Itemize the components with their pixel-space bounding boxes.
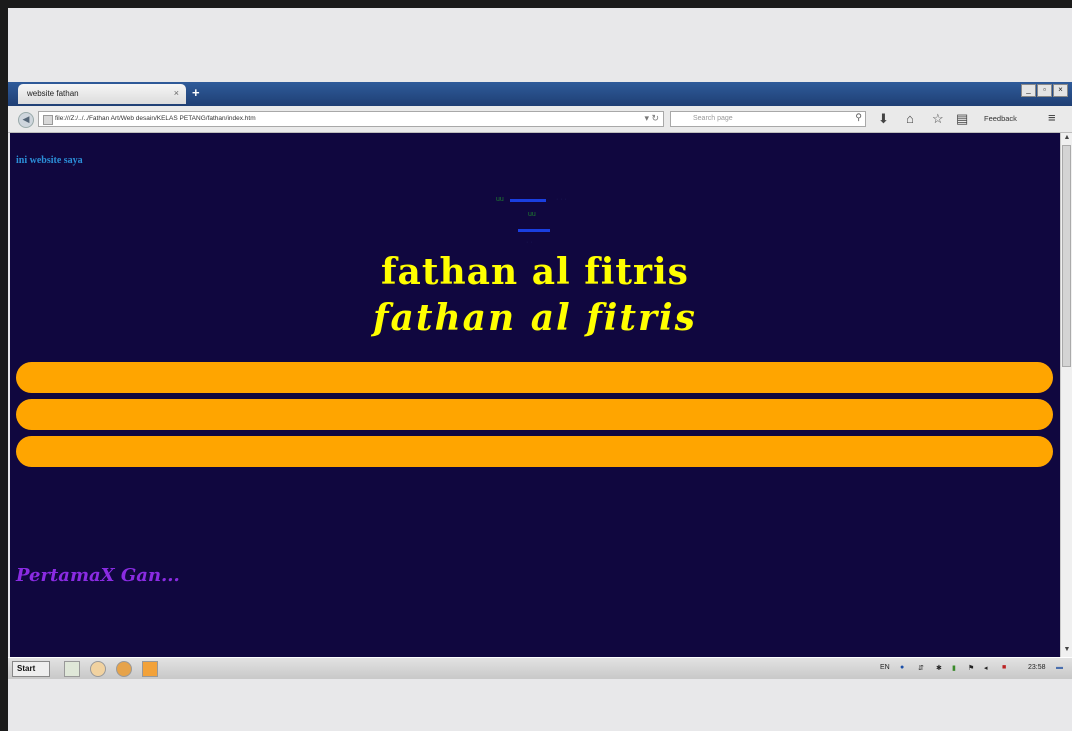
reload-icon[interactable]: ▾ ↻ [644, 113, 659, 124]
reading-list-icon[interactable]: ▤ [956, 111, 968, 127]
flag-icon[interactable]: ⚑ [968, 664, 974, 672]
browser-navbar: ◀ file:///Z:/../../Fathan Art/Web desain… [8, 106, 1072, 133]
page-content: ini website saya uu · · · uu · · fathan … [10, 133, 1060, 657]
taskbar-window-icon[interactable] [142, 661, 158, 677]
maximize-button[interactable]: ▫ [1037, 84, 1052, 97]
main-heading: fathan al fitris [381, 251, 689, 293]
window-controls: _ ▫ × [1021, 84, 1068, 97]
volume-icon[interactable]: ◂ [984, 664, 988, 672]
chrome-icon[interactable] [90, 661, 106, 677]
taskbar: Start EN ● ⇵ ✱ ▮ ⚑ ◂ ■ 23:58 ▬ [8, 657, 1072, 679]
vertical-scrollbar[interactable]: ▲ ▼ [1060, 133, 1072, 657]
language-indicator[interactable]: EN [880, 664, 890, 671]
battery-icon[interactable]: ▮ [952, 664, 956, 672]
feedback-button[interactable]: Feedback [984, 114, 1017, 123]
nav-underline-1 [510, 199, 546, 202]
new-tab-button[interactable]: + [192, 85, 200, 100]
tab-title: website fathan [27, 89, 79, 98]
bottom-margin [8, 679, 1072, 731]
address-text: file:///Z:/../../Fathan Art/Web desain/K… [55, 115, 256, 122]
show-desktop-icon[interactable]: ▬ [1056, 664, 1063, 671]
network-icon[interactable]: ⇵ [918, 664, 924, 672]
orange-bar-1 [16, 362, 1053, 393]
tray-app-icon[interactable]: ■ [1002, 664, 1006, 671]
address-bar[interactable]: file:///Z:/../../Fathan Art/Web desain/K… [38, 111, 664, 127]
scrollbar-thumb[interactable] [1062, 145, 1071, 367]
tab-close-icon[interactable]: × [174, 88, 179, 98]
desktop-screen: website fathan × + _ ▫ × ◀ file:///Z:/..… [8, 8, 1072, 679]
orange-bar-3 [16, 436, 1053, 467]
taskbar-app-icon[interactable] [64, 661, 80, 677]
sub-heading: fathan al fitris [373, 297, 697, 339]
orange-bar-2 [16, 399, 1053, 430]
nav-link-2[interactable]: uu [528, 211, 536, 218]
nav-faint-text-2: · · [526, 239, 533, 246]
close-window-button[interactable]: × [1053, 84, 1068, 97]
browser-tab[interactable]: website fathan × [18, 84, 186, 104]
search-input[interactable]: Search page [670, 111, 866, 127]
browser-titlebar: website fathan × + _ ▫ × [8, 82, 1072, 106]
clock[interactable]: 23:58 [1028, 664, 1046, 671]
scroll-up-arrow-icon[interactable]: ▲ [1061, 134, 1072, 144]
minimize-button[interactable]: _ [1021, 84, 1036, 97]
nav-link-1[interactable]: uu [496, 196, 504, 203]
star-icon[interactable]: ☆ [932, 111, 944, 127]
help-icon[interactable]: ● [900, 664, 904, 671]
firefox-icon[interactable] [116, 661, 132, 677]
footer-text: PertamaX Gan... [16, 565, 180, 586]
menu-icon[interactable]: ≡ [1048, 110, 1056, 125]
page-icon [43, 115, 53, 125]
site-title[interactable]: ini website saya [16, 155, 83, 166]
start-button[interactable]: Start [12, 661, 50, 677]
nav-underline-2 [518, 229, 550, 232]
home-icon[interactable]: ⌂ [906, 111, 914, 126]
scroll-down-arrow-icon[interactable]: ▼ [1061, 646, 1072, 656]
back-arrow-icon[interactable]: ◀ [18, 112, 34, 128]
nav-faint-text: · · · [556, 196, 567, 203]
download-icon[interactable]: ⬇ [878, 111, 889, 127]
bluetooth-icon[interactable]: ✱ [936, 664, 942, 672]
